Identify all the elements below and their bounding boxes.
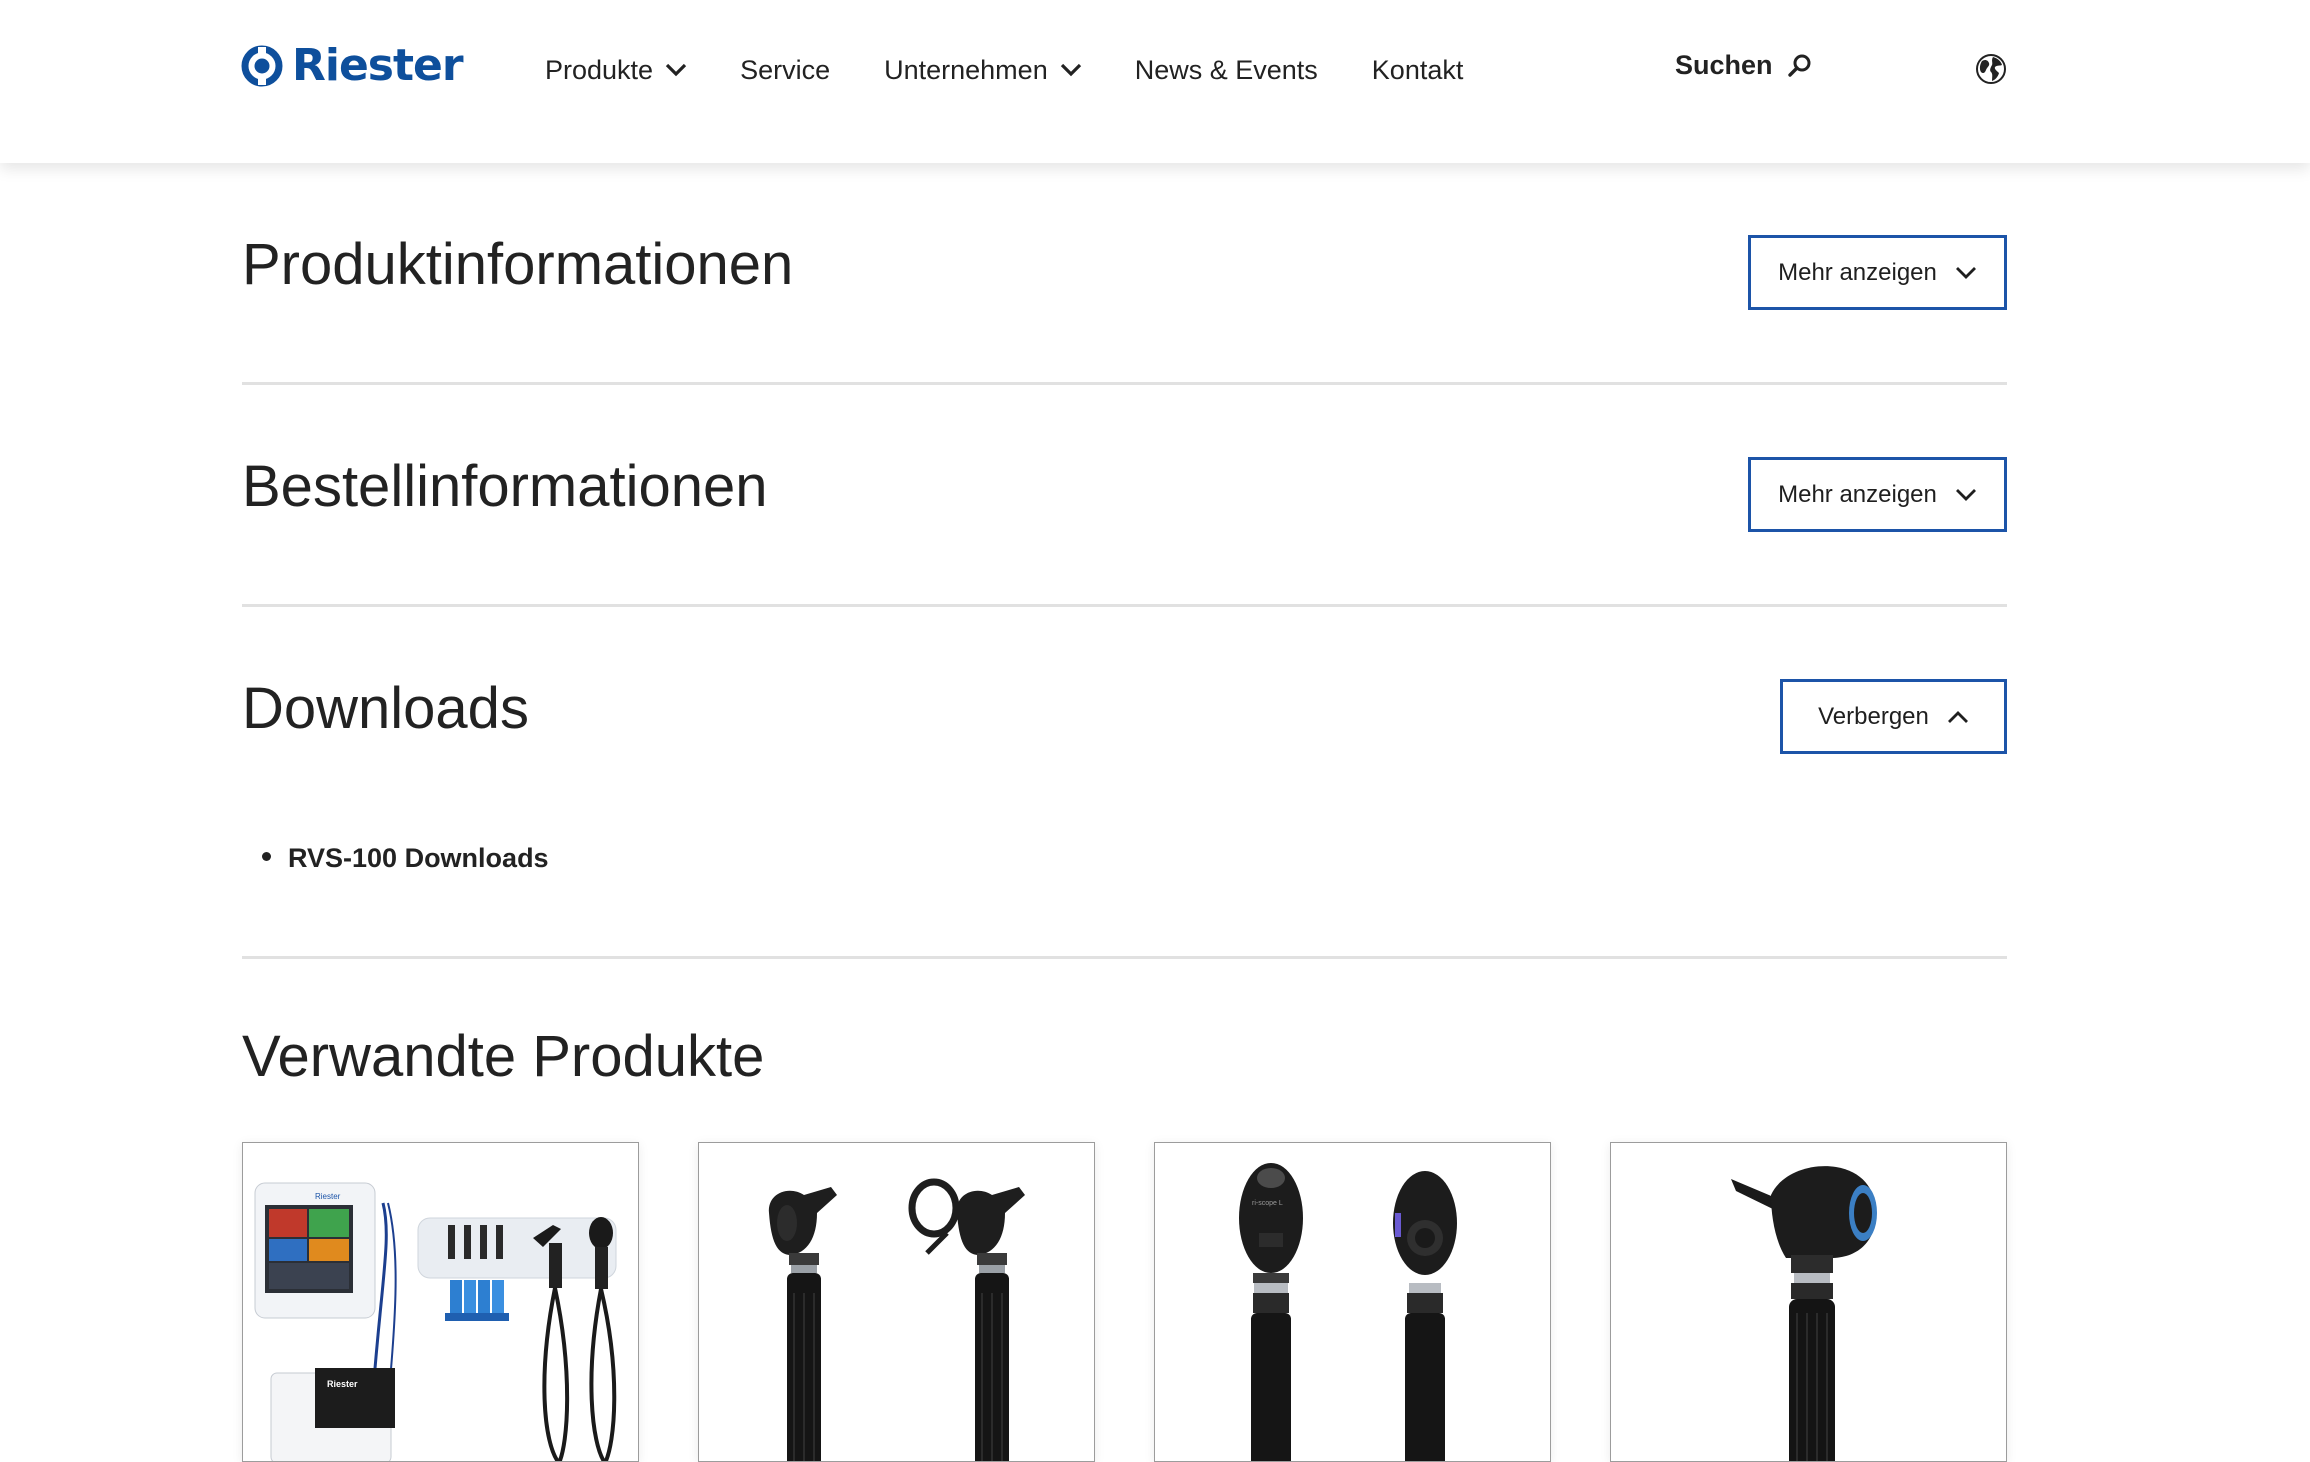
- section-downloads: Downloads: [242, 680, 2007, 738]
- search-icon: [1787, 54, 1811, 77]
- nav-label: Unternehmen: [884, 54, 1048, 85]
- riester-logo[interactable]: Riester: [241, 40, 464, 91]
- nav-item-news-events[interactable]: News & Events: [1135, 55, 1318, 86]
- button-label: Verbergen: [1818, 702, 1929, 730]
- product-card-3[interactable]: ri-scope L: [1154, 1142, 1551, 1462]
- nav-item-kontakt[interactable]: Kontakt: [1372, 55, 1464, 86]
- section-bestellinformationen: Bestellinformationen: [242, 458, 2007, 516]
- divider: [242, 382, 2007, 385]
- bestellinfo-toggle-button[interactable]: Mehr anzeigen: [1748, 457, 2007, 532]
- section-title: Bestellinformationen: [242, 454, 768, 519]
- chevron-down-icon: [665, 63, 687, 77]
- nav-item-unternehmen[interactable]: Unternehmen: [884, 55, 1082, 86]
- chevron-down-icon: [1955, 266, 1976, 279]
- section-title: Produktinformationen: [242, 232, 794, 297]
- main-nav: Produkte Service Unternehmen News & Even…: [545, 48, 1463, 92]
- vital-signs-wall-system-image: Riester Riester: [243, 1143, 638, 1461]
- chevron-down-icon: [1060, 63, 1081, 77]
- chevron-down-icon: [1955, 488, 1976, 501]
- logo-mark-icon: [241, 45, 283, 87]
- device-label: Riester: [327, 1379, 358, 1389]
- single-otoscope-image: [1611, 1143, 2006, 1461]
- list-item[interactable]: RVS-100 Downloads: [262, 843, 549, 874]
- section-title: Downloads: [242, 676, 529, 741]
- divider: [242, 956, 2007, 959]
- chevron-up-icon: [1947, 710, 1968, 723]
- otoscope-pair-image: [699, 1143, 1094, 1461]
- search-button[interactable]: Suchen: [1675, 50, 1813, 81]
- related-products-title: Verwandte Produkte: [242, 1024, 765, 1089]
- device-label: Riester: [315, 1192, 341, 1201]
- nav-label: Kontakt: [1371, 54, 1464, 85]
- product-card-1[interactable]: Riester Riester: [242, 1142, 639, 1462]
- ophthalmoscope-pair-image: ri-scope L: [1155, 1143, 1550, 1461]
- product-card-2[interactable]: [698, 1142, 1095, 1462]
- button-label: Mehr anzeigen: [1778, 258, 1937, 286]
- search-label: Suchen: [1675, 50, 1773, 80]
- nav-item-service[interactable]: Service: [740, 55, 830, 86]
- downloads-list: RVS-100 Downloads: [262, 843, 549, 874]
- device-label: ri-scope L: [1252, 1200, 1283, 1207]
- produktinfo-toggle-button[interactable]: Mehr anzeigen: [1748, 235, 2007, 310]
- section-produktinformationen: Produktinformationen: [242, 236, 2007, 294]
- product-card-4[interactable]: [1610, 1142, 2007, 1462]
- download-link[interactable]: RVS-100 Downloads: [288, 843, 549, 873]
- nav-label: Service: [740, 54, 831, 85]
- nav-label: Produkte: [545, 54, 654, 85]
- logo-text: Riester: [292, 40, 464, 91]
- button-label: Mehr anzeigen: [1778, 480, 1937, 508]
- nav-item-produkte[interactable]: Produkte: [545, 55, 687, 86]
- globe-icon[interactable]: [1975, 53, 2007, 85]
- bullet: [262, 852, 271, 862]
- nav-label: News & Events: [1134, 54, 1318, 85]
- divider: [242, 604, 2007, 607]
- downloads-toggle-button[interactable]: Verbergen: [1780, 679, 2007, 754]
- site-header: Riester Produkte Service Unternehmen New…: [0, 0, 2310, 163]
